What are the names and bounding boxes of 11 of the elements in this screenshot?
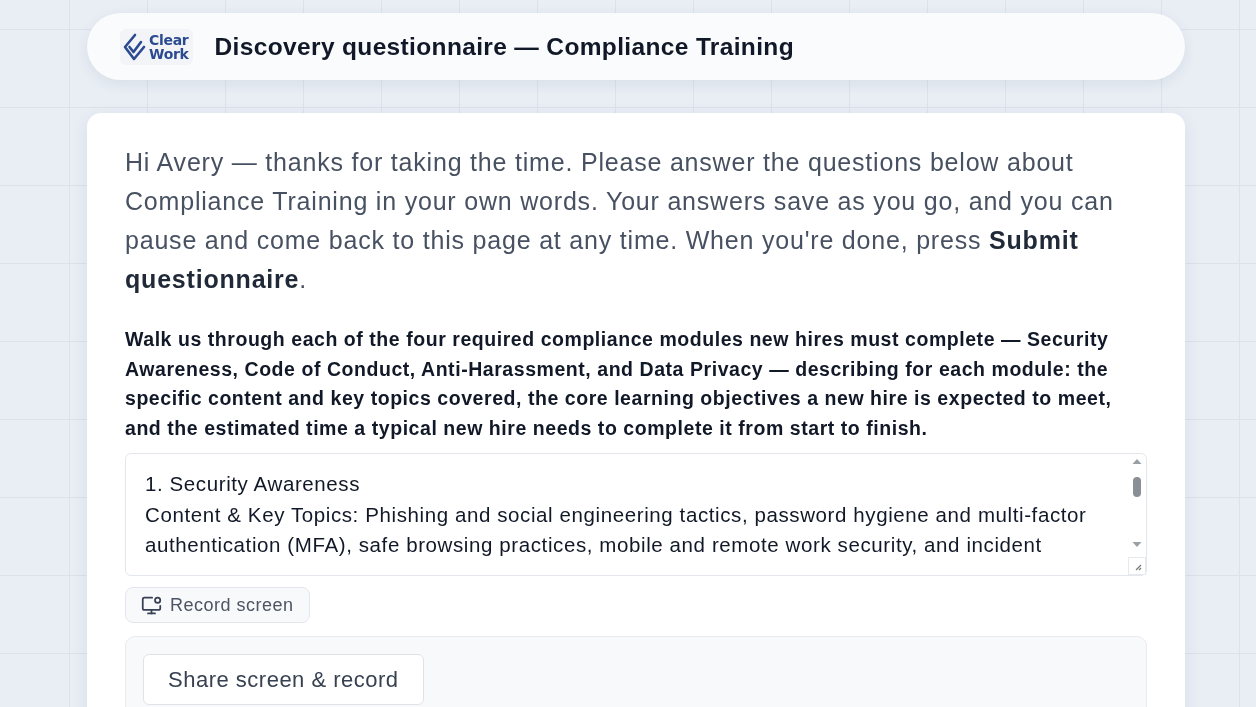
question-prompt: Walk us through each of the four required compliance modules new hires must complete — Security Awareness, Code of Conduct, Anti-Harassment, and Data Privacy — describing for each module: the specific content and key topics covered, the core learning objectives a new hire is expected to meet, and the estimated time a typical new hire needs to complete it from start to finish. [125, 327, 1113, 441]
answer-field[interactable]: 1. Security Awareness Content & Key Topics: Phishing and social engineering tactics, password hygiene and multi-factor authentication (MFA), safe browsing practices, mobile and remote work security, and incident [125, 453, 1147, 576]
logo-text: Work [149, 46, 189, 61]
monitor-icon [141, 594, 162, 616]
share-screen-button[interactable]: Share screen & record [143, 654, 424, 705]
intro-paragraph: Hi Avery — thanks for taking the time. Please answer the questions below about Compliance Training in your own words. Your answers save as you go, and you can pause and come back to this page at any time. When you're done, press Submit questionnaire. [125, 147, 1115, 295]
resize-handle-icon[interactable] [1128, 557, 1146, 575]
logo-text: Clear [149, 32, 189, 47]
page-title: Discovery questionnaire — Compliance Training [214, 32, 794, 61]
logo-icon [122, 31, 146, 62]
record-screen-button[interactable]: Record screen [125, 587, 310, 623]
